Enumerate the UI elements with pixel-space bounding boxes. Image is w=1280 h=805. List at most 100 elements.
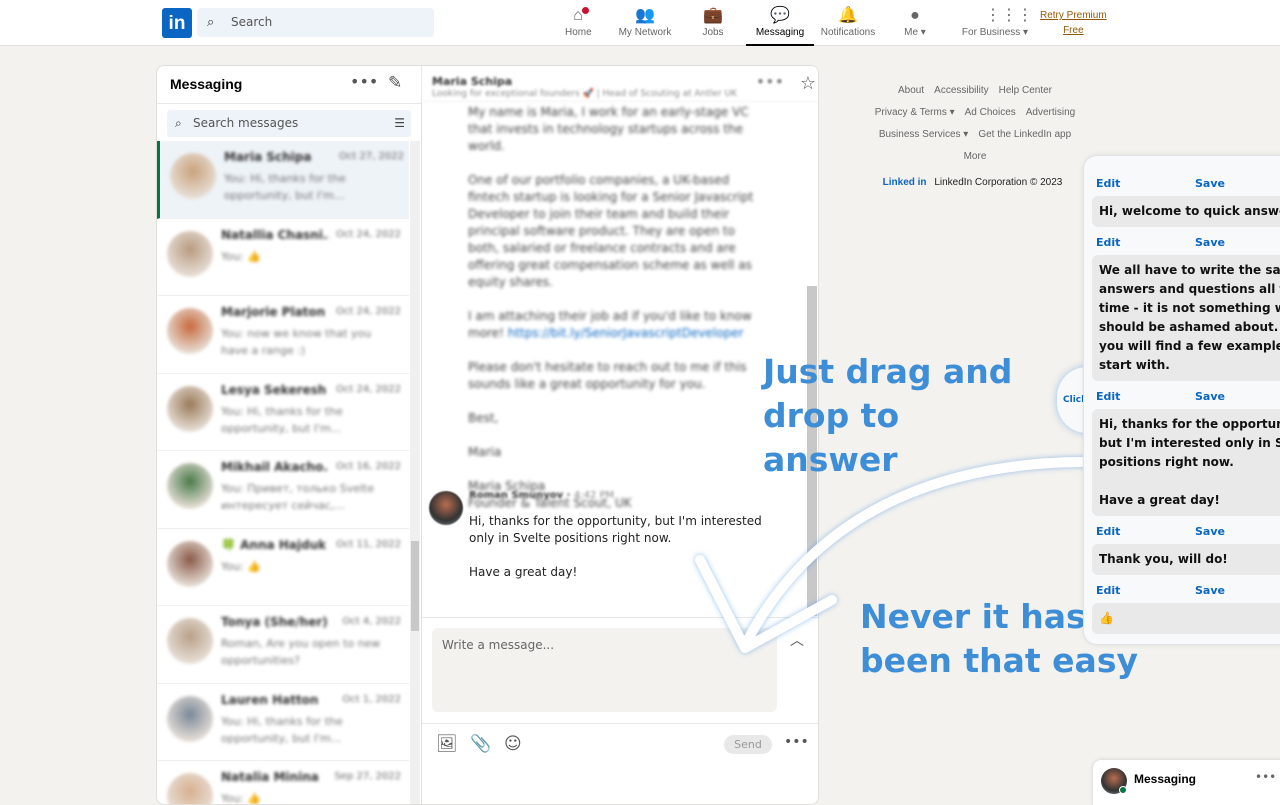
avatar: ●	[905, 7, 925, 25]
conversation-name: Lauren Hatton	[221, 693, 329, 707]
footer-link[interactable]: Business Services ▾	[879, 129, 969, 140]
save-button[interactable]: Save	[1195, 236, 1225, 249]
quick-answer-text[interactable]: Thank you, will do!	[1092, 544, 1280, 575]
footer-link[interactable]: About	[898, 85, 924, 96]
edit-button[interactable]: Edit	[1096, 525, 1120, 538]
sender-name[interactable]: Roman Smunyov · 4:42 PM	[469, 490, 614, 501]
avatar	[170, 153, 216, 199]
edit-button[interactable]: Edit	[1096, 390, 1120, 403]
search-messages-input[interactable]: ⌕Search messages☰	[167, 110, 411, 137]
conversation-preview: You: now we know that you have a range :…	[221, 325, 401, 359]
edit-button[interactable]: Edit	[1096, 584, 1120, 597]
conversation-item[interactable]: Mikhail Akacho...Oct 16, 2022 You: Приве…	[157, 451, 409, 529]
quick-answer-text[interactable]: We all have to write the same answers an…	[1092, 255, 1280, 381]
nav-jobs[interactable]: 💼 Jobs	[699, 0, 727, 46]
contact-name[interactable]: Maria Schipa	[432, 75, 512, 88]
more-options-icon[interactable]: •••	[1255, 770, 1276, 784]
quick-answer-text[interactable]: 👍	[1092, 603, 1280, 634]
conversation-date: Oct 11, 2022	[336, 539, 401, 550]
edit-button[interactable]: Edit	[1096, 236, 1120, 249]
nav-me[interactable]: ●Me ▾	[900, 0, 930, 46]
footer-link[interactable]: Help Center	[999, 85, 1052, 96]
star-icon[interactable]: ☆	[800, 73, 816, 94]
compose-icon[interactable]: ✎	[388, 73, 402, 93]
linkedin-logo[interactable]: in	[162, 8, 192, 38]
message-placeholder: Write a message...	[442, 638, 554, 652]
retry-premium-link[interactable]: Retry PremiumFree	[1040, 8, 1107, 38]
expand-chevron-icon[interactable]: ︿	[790, 630, 804, 650]
save-button[interactable]: Save	[1195, 584, 1225, 597]
briefcase-icon: 💼	[703, 7, 723, 25]
conversation-date: Oct 24, 2022	[336, 229, 401, 240]
promo-drag-drop-text: Just drag and drop to answer	[763, 350, 1043, 482]
conversation-item[interactable]: Natallia Chasni...Oct 24, 2022 You: 👍	[157, 219, 409, 297]
edit-button[interactable]: Edit	[1096, 177, 1120, 190]
quick-answer-item[interactable]: Edit Save Hi, thanks for the opportunity, …	[1084, 385, 1280, 516]
quick-answer-item[interactable]: Edit Save We all have to write the same an…	[1084, 231, 1280, 381]
emoji-icon[interactable]: ☺	[504, 734, 522, 754]
conversation-date: Oct 1, 2022	[342, 694, 401, 705]
conversation-item[interactable]: Marjorie PlatonOct 24, 2022 You: now we …	[157, 296, 409, 374]
message-input[interactable]: Write a message...	[432, 628, 777, 712]
conversation-scrollbar[interactable]	[410, 141, 420, 805]
save-button[interactable]: Save	[1195, 390, 1225, 403]
thread-options-icon[interactable]: •••	[756, 72, 784, 91]
send-button[interactable]: Send	[724, 735, 772, 754]
quick-answer-item[interactable]: Edit Save Thank you, will do!	[1084, 520, 1280, 575]
quick-answer-item[interactable]: Edit Save 👍	[1084, 579, 1280, 634]
image-icon[interactable]: 🖼	[436, 734, 458, 754]
avatar	[167, 541, 213, 587]
nav-my-network[interactable]: 👥My Network	[617, 0, 673, 46]
online-status-icon	[1119, 786, 1127, 794]
premium-line1: Retry Premium	[1040, 8, 1107, 23]
quick-answer-text[interactable]: Hi, welcome to quick answers!	[1092, 196, 1280, 227]
footer-link[interactable]: Advertising	[1026, 107, 1075, 118]
conversation-item[interactable]: Lesya SekereshOct 24, 2022 You: Hi, than…	[157, 374, 409, 452]
footer-link[interactable]: Ad Choices	[965, 107, 1016, 118]
nav-label: Home	[565, 27, 592, 38]
filter-icon[interactable]: ☰	[394, 110, 405, 137]
footer-more-link[interactable]: More	[860, 146, 1090, 168]
footer-links: About Accessibility Help Center Privacy & T…	[860, 80, 1090, 194]
save-button[interactable]: Save	[1195, 525, 1225, 538]
conversation-item[interactable]: 🍀 Anna HajdukOct 11, 2022 You: 👍	[157, 529, 409, 607]
sent-message-line: Have a great day!	[469, 564, 769, 581]
more-options-icon[interactable]: •••	[350, 72, 378, 91]
conversation-preview: You: Hi, thanks for the opportunity, but…	[221, 713, 401, 747]
more-options-icon[interactable]: •••	[784, 734, 809, 750]
job-ad-link[interactable]: https://bit.ly/SeniorJavascriptDeveloper	[508, 326, 744, 340]
nav-label: Jobs	[702, 27, 723, 38]
mini-messaging-bar[interactable]: Messaging •••	[1093, 760, 1280, 805]
conversation-item[interactable]: Natalia MininaSep 27, 2022 You: 👍	[157, 761, 409, 805]
nav-home[interactable]: ⌂Home	[565, 0, 591, 46]
top-navbar: in ⌕Search ⌂Home 👥My Network 💼 Jobs 💬Messagi…	[0, 0, 1280, 46]
footer-link[interactable]: Get the LinkedIn app	[978, 129, 1071, 140]
sender-avatar[interactable]	[429, 491, 463, 525]
footer-link[interactable]: Privacy & Terms ▾	[875, 107, 955, 118]
conversation-item[interactable]: Maria SchipaOct 27, 2022 You: Hi, thanks…	[157, 141, 409, 219]
quick-answer-item[interactable]: Edit Save Hi, welcome to quick answers!	[1084, 172, 1280, 227]
conversation-item[interactable]: Lauren Hatton Oct 1, 2022 You: Hi, thanks…	[157, 684, 409, 762]
attachment-icon[interactable]: 📎	[470, 734, 491, 754]
mini-messaging-title: Messaging	[1134, 772, 1196, 786]
conversation-name: Mikhail Akacho...	[221, 460, 329, 474]
conversation-list: Maria SchipaOct 27, 2022 You: Hi, thanks…	[157, 141, 409, 805]
avatar	[167, 773, 213, 805]
conversation-date: Oct 24, 2022	[336, 306, 401, 317]
conversation-name: Natallia Chasni...	[221, 228, 329, 242]
conversation-date: Oct 27, 2022	[339, 151, 404, 162]
nav-for-business[interactable]: ⋮⋮⋮For Business ▾	[959, 0, 1031, 46]
search-icon: ⌕	[207, 8, 214, 37]
conversation-list-pane: Messaging ••• ✎ ⌕Search messages☰ Maria …	[157, 66, 422, 804]
global-search-input[interactable]: ⌕Search	[197, 8, 434, 37]
conversation-date: Oct 16, 2022	[336, 461, 401, 472]
nav-messaging[interactable]: 💬Messaging	[746, 0, 814, 46]
avatar	[167, 386, 213, 432]
footer-link[interactable]: Accessibility	[934, 85, 988, 96]
quick-answer-text[interactable]: Hi, thanks for the opportunity, but I'm …	[1092, 409, 1280, 516]
contact-headline: Looking for exceptional founders 🚀 | Hea…	[432, 89, 810, 99]
nav-notifications[interactable]: 🔔Notifications	[817, 0, 879, 46]
conversation-preview: You: Hi, thanks for the opportunity, but…	[221, 403, 401, 437]
save-button[interactable]: Save	[1195, 177, 1225, 190]
conversation-item[interactable]: Tonya (She/her) ...Oct 4, 2022 Roman, Ar…	[157, 606, 409, 684]
